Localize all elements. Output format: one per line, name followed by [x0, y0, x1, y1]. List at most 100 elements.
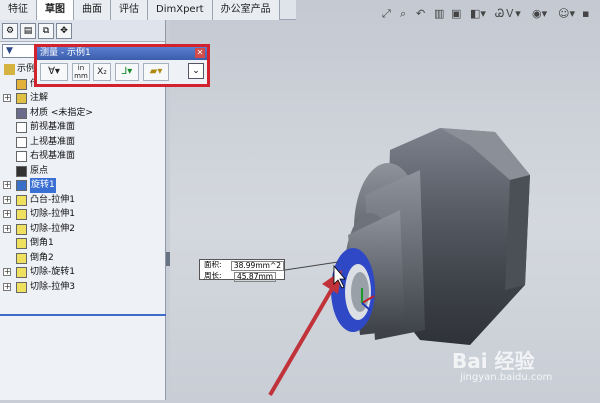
- chamfer-icon: [16, 238, 27, 249]
- tree-item[interactable]: 右视基准面: [0, 149, 166, 164]
- part-icon: [4, 64, 15, 75]
- expand-toggle-icon[interactable]: +: [3, 268, 11, 276]
- expand-toggle-icon[interactable]: +: [3, 195, 11, 204]
- expand-toggle-icon[interactable]: +: [3, 224, 11, 233]
- command-manager-tabs: 特征 草图 曲面 评估 DimXpert 办公室产品: [0, 0, 296, 20]
- feature-tree-icon[interactable]: ⚙: [2, 23, 18, 39]
- appearance-icon[interactable]: ◉▾: [532, 6, 547, 22]
- material-icon: [16, 107, 27, 119]
- tree-item[interactable]: + 切除-旋转1: [0, 265, 166, 280]
- extrude-icon: [16, 194, 27, 206]
- plane-icon: [16, 122, 27, 133]
- area-value: 38.99mm^2: [230, 261, 284, 271]
- tree-item[interactable]: 上视基准面: [0, 135, 166, 150]
- expand-toggle-icon[interactable]: +: [3, 94, 11, 102]
- sensor-icon: [16, 78, 27, 90]
- cut-extrude-icon: [16, 281, 27, 293]
- units-top-label: in: [77, 64, 85, 72]
- revolve-icon: [16, 180, 27, 191]
- tree-item[interactable]: + 切除-拉伸1: [0, 207, 166, 222]
- origin-icon: [16, 165, 27, 177]
- xyz-measure-button[interactable]: X₂: [93, 63, 111, 81]
- chamfer-icon: [16, 252, 27, 264]
- display-style-icon[interactable]: ◧▾: [470, 6, 486, 22]
- hide-show-icon[interactable]: ᏊＶ▾: [495, 6, 521, 22]
- tree-item[interactable]: 原点: [0, 164, 166, 179]
- annotation-icon: [16, 93, 27, 104]
- point-to-point-button[interactable]: ⅃▾: [115, 63, 139, 81]
- tab-office[interactable]: 办公室产品: [212, 0, 280, 20]
- tree-item[interactable]: 倒角1: [0, 236, 166, 251]
- measure-title-bar[interactable]: 测量 - 示例1 ✕: [37, 47, 207, 60]
- watermark-logo: Bai 经验: [452, 349, 535, 373]
- perimeter-value: 45.87mm: [234, 272, 277, 282]
- tree-item-label: 右视基准面: [30, 151, 76, 161]
- tree-rollback-bar[interactable]: [0, 314, 166, 316]
- expand-toggle-icon[interactable]: +: [3, 210, 11, 218]
- expand-toggle-icon[interactable]: +: [3, 181, 11, 189]
- tree-item-label: 切除-拉伸3: [30, 281, 75, 292]
- tree-item-label: 切除-旋转1: [30, 267, 75, 277]
- tree-item[interactable]: 倒角2: [0, 251, 166, 266]
- tree-item-label: 注解: [30, 93, 49, 103]
- tree-item[interactable]: + 凸台-拉伸1: [0, 193, 166, 208]
- graphics-viewport[interactable]: ⤢ ⌕ ↶ ▥ ▣ ◧▾ ᏊＶ▾ ◉▾ ☺▾ ▪: [170, 0, 600, 400]
- tree-item-label: 切除-拉伸1: [30, 209, 75, 219]
- watermark-url: jingyan.baidu.com: [460, 372, 553, 383]
- units-bottom-label: mm: [74, 72, 88, 80]
- tree-item[interactable]: + 旋转1: [0, 178, 166, 193]
- expand-button[interactable]: ⌄: [188, 63, 204, 79]
- zoom-area-icon[interactable]: ⌕: [400, 6, 406, 22]
- callout-leader: [284, 261, 339, 271]
- panel-toolbar: ⚙ ▤ ⧉ ✥: [0, 20, 165, 42]
- tree-item-label: 原点: [30, 165, 49, 176]
- tree-root-label: 示例: [17, 64, 36, 74]
- tree-item-label: 前视基准面: [30, 122, 76, 132]
- perimeter-label: 周长:: [204, 271, 222, 280]
- expand-toggle-icon[interactable]: +: [3, 282, 11, 291]
- selection-history-button[interactable]: ▰▾: [143, 63, 169, 81]
- tree-item-label: 切除-拉伸2: [30, 223, 75, 234]
- tree-item[interactable]: + 切除-拉伸3: [0, 280, 166, 295]
- tree-item[interactable]: + 切除-拉伸2: [0, 222, 166, 237]
- filter-icon[interactable]: ▼: [2, 44, 38, 58]
- cut-revolve-icon: [16, 267, 27, 278]
- tree-item-label: 上视基准面: [30, 136, 76, 147]
- configuration-icon[interactable]: ⧉: [38, 23, 54, 39]
- tab-evaluate[interactable]: 评估: [111, 0, 148, 20]
- tree-item[interactable]: 材质 <未指定>: [0, 106, 166, 121]
- cut-extrude-icon: [16, 223, 27, 235]
- zoom-fit-icon[interactable]: ⤢: [382, 6, 391, 22]
- view-orientation-icon[interactable]: ▣: [451, 6, 461, 22]
- tree-item[interactable]: + 注解: [0, 91, 166, 106]
- feature-tree: 示例 传感器+注解材质 <未指定>前视基准面上视基准面右视基准面原点+旋转1+凸…: [0, 62, 166, 294]
- more-icon[interactable]: ▪: [582, 6, 589, 22]
- tree-item-label: 倒角2: [30, 252, 54, 263]
- part-model[interactable]: [170, 0, 600, 400]
- panel-resize-handle[interactable]: [166, 252, 170, 266]
- tab-features[interactable]: 特征: [0, 0, 37, 20]
- cut-extrude-icon: [16, 209, 27, 220]
- arc-circle-measure-button[interactable]: ∀▾: [40, 63, 68, 81]
- tab-dimxpert[interactable]: DimXpert: [148, 0, 213, 20]
- property-manager-icon[interactable]: ▤: [20, 23, 36, 39]
- dimxpert-manager-icon[interactable]: ✥: [56, 23, 72, 39]
- tree-item-label: 材质 <未指定>: [30, 107, 93, 118]
- close-icon[interactable]: ✕: [195, 48, 205, 58]
- tree-item[interactable]: 前视基准面: [0, 120, 166, 135]
- tab-sketch[interactable]: 草图: [37, 0, 74, 20]
- tree-item-label: 倒角1: [30, 238, 54, 248]
- area-label: 面积:: [204, 260, 222, 269]
- units-button[interactable]: in mm: [72, 63, 90, 81]
- red-arrow-shaft: [268, 280, 338, 397]
- scene-icon[interactable]: ☺▾: [558, 6, 575, 22]
- measure-dialog: 测量 - 示例1 ✕ ∀▾ in mm X₂ ⅃▾ ▰▾ ⌄: [34, 44, 210, 87]
- tree-item-label: 凸台-拉伸1: [30, 194, 75, 205]
- tree-item-label: 旋转1: [30, 178, 56, 193]
- section-view-icon[interactable]: ▥: [434, 6, 444, 22]
- plane-icon: [16, 151, 27, 162]
- measure-title: 测量 - 示例1: [40, 48, 91, 58]
- tab-surfaces[interactable]: 曲面: [74, 0, 111, 20]
- previous-view-icon[interactable]: ↶: [416, 6, 425, 22]
- measure-toolbar: ∀▾ in mm X₂ ⅃▾ ▰▾ ⌄: [37, 60, 207, 84]
